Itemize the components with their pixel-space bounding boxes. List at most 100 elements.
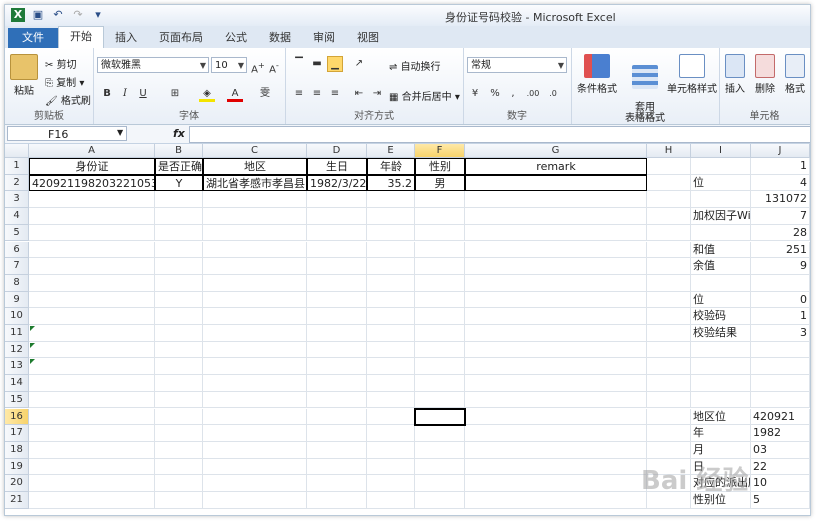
- row-header-18[interactable]: 18: [5, 441, 29, 459]
- cell-e12[interactable]: [367, 341, 415, 359]
- cell-b20[interactable]: [155, 475, 203, 492]
- cell-j6[interactable]: 251: [751, 241, 810, 259]
- cell-h1[interactable]: [647, 158, 691, 175]
- cell-f2[interactable]: 男: [415, 174, 465, 192]
- cell-c3[interactable]: [203, 191, 307, 209]
- row-header-13[interactable]: 13: [5, 358, 29, 376]
- column-header-c[interactable]: C: [203, 144, 307, 158]
- cell-a5[interactable]: [29, 224, 155, 242]
- cell-i12[interactable]: [691, 341, 751, 359]
- cell-j12[interactable]: [751, 341, 810, 359]
- cell-c5[interactable]: [203, 224, 307, 242]
- cell-c15[interactable]: [203, 391, 307, 409]
- cell-d10[interactable]: [307, 308, 367, 325]
- undo-icon[interactable]: ↶: [51, 8, 65, 22]
- cell-e4[interactable]: [367, 208, 415, 225]
- select-all-corner[interactable]: [5, 144, 29, 158]
- cell-c4[interactable]: [203, 208, 307, 225]
- cell-j11[interactable]: 3: [751, 325, 810, 342]
- cell-g11[interactable]: [465, 325, 647, 342]
- column-header-e[interactable]: E: [367, 144, 415, 158]
- column-header-g[interactable]: G: [465, 144, 647, 158]
- cell-f11[interactable]: [415, 325, 465, 342]
- cell-c7[interactable]: [203, 258, 307, 275]
- cell-b17[interactable]: [155, 425, 203, 442]
- cell-f18[interactable]: [415, 441, 465, 459]
- cell-c17[interactable]: [203, 425, 307, 442]
- cell-f7[interactable]: [415, 258, 465, 275]
- row-header-7[interactable]: 7: [5, 258, 29, 275]
- row-header-5[interactable]: 5: [5, 224, 29, 242]
- cell-i17[interactable]: 年: [691, 425, 751, 442]
- cell-h10[interactable]: [647, 308, 691, 325]
- cell-j2[interactable]: 4: [751, 174, 810, 192]
- cell-c16[interactable]: [203, 408, 307, 426]
- cell-g6[interactable]: [465, 241, 647, 259]
- cell-b15[interactable]: [155, 391, 203, 409]
- cell-d16[interactable]: [307, 408, 367, 426]
- cell-j9[interactable]: 0: [751, 291, 810, 309]
- cell-e6[interactable]: [367, 241, 415, 259]
- cell-e5[interactable]: [367, 224, 415, 242]
- decrease-indent-icon[interactable]: ⇤: [351, 86, 367, 102]
- redo-icon[interactable]: ↷: [71, 8, 85, 22]
- cell-i6[interactable]: 和值: [691, 241, 751, 259]
- cell-d17[interactable]: [307, 425, 367, 442]
- cell-e1[interactable]: 年龄: [367, 158, 415, 175]
- cell-e13[interactable]: [367, 358, 415, 376]
- column-header-h[interactable]: H: [647, 144, 691, 158]
- cell-h14[interactable]: [647, 375, 691, 392]
- cell-j13[interactable]: [751, 358, 810, 376]
- increase-indent-icon[interactable]: ⇥: [369, 86, 385, 102]
- tab-review[interactable]: 审阅: [302, 28, 346, 48]
- cell-b19[interactable]: [155, 458, 203, 476]
- cell-d4[interactable]: [307, 208, 367, 225]
- row-header-12[interactable]: 12: [5, 341, 29, 359]
- cell-b16[interactable]: [155, 408, 203, 426]
- delete-cells-button[interactable]: 删除: [751, 54, 779, 95]
- cell-b18[interactable]: [155, 441, 203, 459]
- cell-h6[interactable]: [647, 241, 691, 259]
- column-header-i[interactable]: I: [691, 144, 751, 158]
- cell-c8[interactable]: [203, 274, 307, 292]
- row-header-3[interactable]: 3: [5, 191, 29, 209]
- cell-a17[interactable]: [29, 425, 155, 442]
- cell-b12[interactable]: [155, 341, 203, 359]
- cell-b5[interactable]: [155, 224, 203, 242]
- cell-a11[interactable]: [29, 325, 155, 342]
- cell-a18[interactable]: [29, 441, 155, 459]
- cell-f12[interactable]: [415, 341, 465, 359]
- cell-c9[interactable]: [203, 291, 307, 309]
- cell-g16[interactable]: [465, 408, 647, 426]
- cell-g21[interactable]: [465, 492, 647, 509]
- row-header-9[interactable]: 9: [5, 291, 29, 309]
- comma-button[interactable]: ,: [505, 86, 521, 102]
- cell-a14[interactable]: [29, 375, 155, 392]
- cell-h3[interactable]: [647, 191, 691, 209]
- cut-button[interactable]: ✂ 剪切: [45, 56, 77, 71]
- tab-home[interactable]: 开始: [58, 26, 104, 48]
- cell-i4[interactable]: 加权因子Wi: [691, 208, 751, 225]
- cell-e17[interactable]: [367, 425, 415, 442]
- cell-g17[interactable]: [465, 425, 647, 442]
- cell-e18[interactable]: [367, 441, 415, 459]
- insert-cells-button[interactable]: 插入: [721, 54, 749, 95]
- cell-a13[interactable]: [29, 358, 155, 376]
- tab-view[interactable]: 视图: [346, 28, 390, 48]
- paste-button[interactable]: 粘贴: [9, 54, 39, 97]
- cell-b2[interactable]: Y: [155, 174, 203, 192]
- decrease-decimal-button[interactable]: .0: [545, 86, 561, 102]
- cell-h12[interactable]: [647, 341, 691, 359]
- cell-c2[interactable]: 湖北省孝感市孝昌县: [203, 174, 307, 192]
- cell-e10[interactable]: [367, 308, 415, 325]
- row-header-20[interactable]: 20: [5, 475, 29, 492]
- cell-i5[interactable]: [691, 224, 751, 242]
- phonetic-button[interactable]: 雯: [257, 86, 273, 102]
- cell-i1[interactable]: [691, 158, 751, 175]
- cell-c20[interactable]: [203, 475, 307, 492]
- cell-a3[interactable]: [29, 191, 155, 209]
- cell-d11[interactable]: [307, 325, 367, 342]
- orientation-icon[interactable]: ↗: [351, 56, 367, 72]
- grow-font-button[interactable]: A+: [250, 57, 266, 75]
- cell-e2[interactable]: 35.2: [367, 174, 415, 192]
